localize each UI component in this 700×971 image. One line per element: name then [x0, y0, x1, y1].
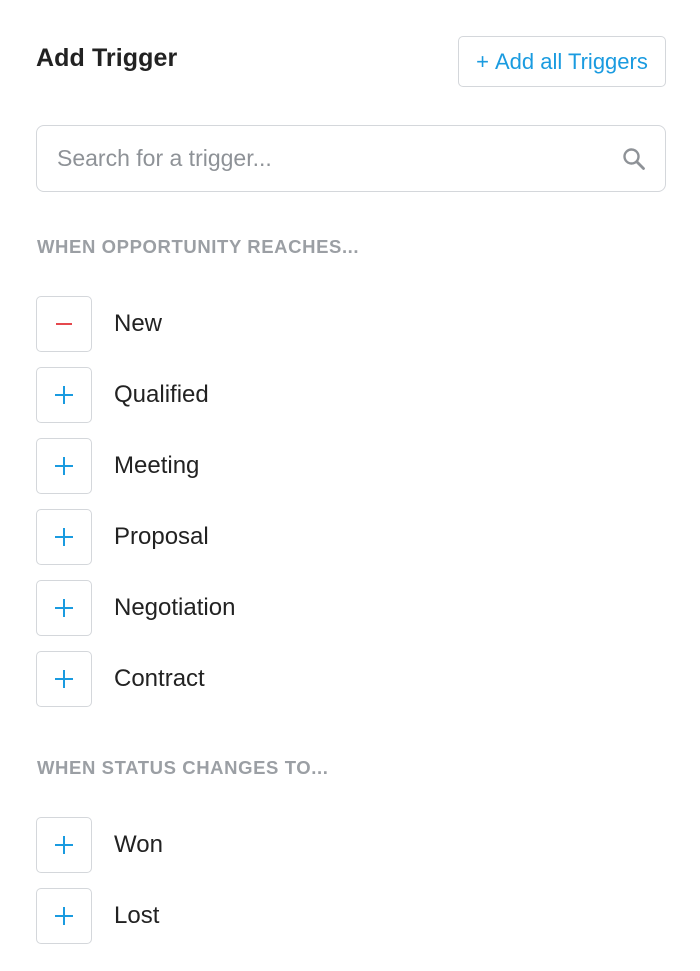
- add-trigger-button[interactable]: [36, 366, 92, 423]
- trigger-row-meeting: Meeting: [36, 437, 666, 494]
- search-box: [36, 125, 666, 192]
- trigger-row-proposal: Proposal: [36, 508, 666, 565]
- plus-icon: [55, 385, 73, 404]
- trigger-label: Won: [114, 830, 163, 858]
- plus-icon: [55, 906, 73, 925]
- plus-icon: [55, 527, 73, 546]
- search-input[interactable]: [37, 126, 617, 190]
- trigger-label: New: [114, 309, 163, 337]
- add-all-triggers-button[interactable]: + Add all Triggers: [458, 36, 666, 87]
- trigger-row-lost: Lost: [36, 887, 666, 944]
- trigger-label: Negotiation: [114, 593, 236, 621]
- remove-trigger-button[interactable]: [36, 295, 92, 352]
- trigger-row-contract: Contract: [36, 650, 666, 707]
- trigger-label: Lost: [114, 901, 160, 929]
- section-heading-status: WHEN STATUS CHANGES TO...: [37, 757, 329, 778]
- add-trigger-button[interactable]: [36, 437, 92, 494]
- panel-title: Add Trigger: [36, 44, 178, 72]
- trigger-row-new: New: [36, 295, 666, 352]
- add-trigger-button[interactable]: [36, 816, 92, 873]
- add-trigger-panel: Add Trigger + Add all Triggers WHEN OPPO…: [0, 0, 700, 971]
- plus-icon: +: [476, 48, 489, 74]
- minus-icon: [56, 322, 72, 325]
- plus-icon: [55, 835, 73, 854]
- section-heading-opportunity: WHEN OPPORTUNITY REACHES...: [37, 236, 360, 257]
- trigger-label: Qualified: [114, 380, 209, 408]
- add-trigger-button[interactable]: [36, 579, 92, 636]
- add-trigger-button[interactable]: [36, 887, 92, 944]
- search-icon[interactable]: [621, 146, 647, 172]
- add-trigger-button[interactable]: [36, 650, 92, 707]
- add-trigger-button[interactable]: [36, 508, 92, 565]
- plus-icon: [55, 669, 73, 688]
- plus-icon: [55, 456, 73, 475]
- trigger-row-won: Won: [36, 816, 666, 873]
- trigger-row-negotiation: Negotiation: [36, 579, 666, 636]
- trigger-label: Contract: [114, 664, 205, 692]
- add-all-triggers-label: Add all Triggers: [495, 48, 648, 74]
- trigger-row-qualified: Qualified: [36, 366, 666, 423]
- trigger-label: Proposal: [114, 522, 209, 550]
- trigger-label: Meeting: [114, 451, 200, 479]
- plus-icon: [55, 598, 73, 617]
